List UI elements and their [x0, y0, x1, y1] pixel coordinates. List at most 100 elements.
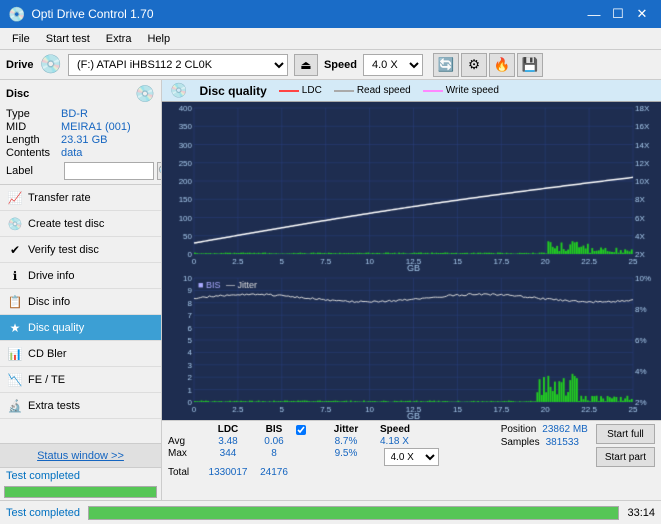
minimize-button[interactable]: — — [583, 4, 605, 24]
nav-transfer-rate[interactable]: 📈 Transfer rate — [0, 185, 161, 211]
total-empty — [296, 467, 316, 478]
nav-disc-info[interactable]: 📋 Disc info — [0, 289, 161, 315]
col-jitter-header: Jitter — [316, 424, 376, 435]
nav-create-test-disc[interactable]: 💿 Create test disc — [0, 211, 161, 237]
drive-disc-icon: 💿 — [40, 54, 62, 75]
menu-help[interactable]: Help — [139, 31, 178, 47]
nav-verify-test-disc-label: Verify test disc — [28, 244, 99, 256]
nav-cd-bler[interactable]: 📊 CD Bler — [0, 341, 161, 367]
disc-contents-value: data — [61, 147, 82, 159]
upper-chart — [162, 102, 661, 272]
total-empty3 — [376, 467, 446, 478]
nav-create-test-disc-label: Create test disc — [28, 218, 104, 230]
max-bis: 8 — [252, 448, 296, 466]
legend-write-speed-label: Write speed — [446, 85, 499, 96]
disc-length-value: 23.31 GB — [61, 134, 107, 146]
action-buttons: Start full Start part — [596, 424, 655, 467]
nav-verify-test-disc[interactable]: ✔ Verify test disc — [0, 237, 161, 263]
settings-button[interactable]: ⚙ — [461, 53, 487, 77]
avg-bis: 0.06 — [252, 436, 296, 447]
samples-label: Samples — [501, 437, 540, 448]
disc-mid-row: MID MEIRA1 (001) — [6, 121, 155, 133]
disc-contents-label: Contents — [6, 147, 61, 159]
drive-select[interactable]: (F:) ATAPI iHBS112 2 CL0K — [68, 54, 288, 76]
col-ldc-header: LDC — [204, 424, 252, 435]
lower-chart — [162, 272, 661, 420]
disc-label-label: Label — [6, 165, 61, 177]
disc-type-value: BD-R — [61, 108, 88, 120]
avg-speed: 4.18 X — [376, 436, 446, 447]
disc-quality-header: 💿 Disc quality LDC Read speed Write spee… — [162, 80, 661, 102]
disc-type-label: Type — [6, 108, 61, 120]
upper-chart-canvas — [162, 102, 661, 272]
dq-icon: 💿 — [170, 82, 187, 99]
nav-fe-te[interactable]: 📉 FE / TE — [0, 367, 161, 393]
jitter-checkbox[interactable] — [296, 425, 306, 435]
menu-extra[interactable]: Extra — [98, 31, 140, 47]
menu-start-test[interactable]: Start test — [38, 31, 98, 47]
left-panel: Disc 💿 Type BD-R MID MEIRA1 (001) Length… — [0, 80, 162, 500]
menu-bar: File Start test Extra Help — [0, 28, 661, 50]
disc-mid-label: MID — [6, 121, 61, 133]
samples-row: Samples 381533 — [501, 437, 588, 448]
bottom-progress-bar — [88, 506, 619, 520]
refresh-button[interactable]: 🔄 — [433, 53, 459, 77]
col-checkbox-area — [296, 424, 316, 435]
start-part-button[interactable]: Start part — [596, 447, 655, 467]
legend-write-speed: Write speed — [423, 85, 499, 96]
bottom-progress-fill — [89, 507, 618, 519]
avg-ldc: 3.48 — [204, 436, 252, 447]
lower-chart-canvas — [162, 272, 661, 420]
position-label: Position — [501, 424, 537, 435]
nav-extra-tests[interactable]: 🔬 Extra tests — [0, 393, 161, 419]
bottom-status-text: Test completed — [6, 507, 80, 519]
close-button[interactable]: ✕ — [631, 4, 653, 24]
save-button[interactable]: 💾 — [517, 53, 543, 77]
legend-ldc: LDC — [279, 85, 322, 96]
eject-button[interactable]: ⏏ — [294, 54, 318, 76]
status-window-button[interactable]: Status window >> — [0, 444, 161, 468]
max-empty — [296, 448, 316, 466]
status-area: Status window >> Test completed — [0, 443, 161, 500]
read-speed-color-dot — [334, 90, 354, 92]
start-full-button[interactable]: Start full — [596, 424, 655, 444]
disc-length-row: Length 23.31 GB — [6, 134, 155, 146]
ldc-color-dot — [279, 90, 299, 92]
nav-disc-quality[interactable]: ★ Disc quality — [0, 315, 161, 341]
total-ldc: 1330017 — [204, 467, 252, 478]
nav-fe-te-label: FE / TE — [28, 374, 65, 386]
write-speed-color-dot — [423, 90, 443, 92]
nav-disc-quality-label: Disc quality — [28, 322, 84, 334]
burn-button[interactable]: 🔥 — [489, 53, 515, 77]
speed-select[interactable]: 4.0 X — [363, 54, 423, 76]
legend-ldc-label: LDC — [302, 85, 322, 96]
status-progress-fill — [5, 487, 156, 497]
total-bis: 24176 — [252, 467, 296, 478]
status-progress-bar — [4, 486, 157, 498]
cd-bler-icon: 📊 — [8, 347, 22, 361]
total-label: Total — [168, 467, 204, 478]
max-jitter: 9.5% — [316, 448, 376, 466]
app-title: Opti Drive Control 1.70 — [31, 7, 583, 21]
legend-read-speed-label: Read speed — [357, 85, 411, 96]
drive-icon-buttons: 🔄 ⚙ 🔥 💾 — [433, 53, 543, 77]
disc-label-input[interactable] — [64, 162, 154, 180]
disc-info-icon: 📋 — [8, 295, 22, 309]
extra-tests-icon: 🔬 — [8, 399, 22, 413]
nav-drive-info[interactable]: ℹ Drive info — [0, 263, 161, 289]
speed-label: Speed — [324, 59, 357, 71]
title-bar: 💿 Opti Drive Control 1.70 — ☐ ✕ — [0, 0, 661, 28]
window-controls: — ☐ ✕ — [583, 4, 653, 24]
disc-mid-value: MEIRA1 (001) — [61, 121, 131, 133]
maximize-button[interactable]: ☐ — [607, 4, 629, 24]
disc-title: Disc — [6, 88, 29, 100]
drive-bar: Drive 💿 (F:) ATAPI iHBS112 2 CL0K ⏏ Spee… — [0, 50, 661, 80]
disc-quality-title: Disc quality — [199, 84, 266, 98]
speed-select-stats[interactable]: 4.0 X — [384, 448, 439, 466]
right-panel: 💿 Disc quality LDC Read speed Write spee… — [162, 80, 661, 500]
menu-file[interactable]: File — [4, 31, 38, 47]
avg-label: Avg — [168, 436, 204, 447]
stats-table: LDC BIS Jitter Speed Avg 3.48 0.06 — [168, 424, 493, 478]
max-label: Max — [168, 448, 204, 466]
disc-type-row: Type BD-R — [6, 108, 155, 120]
